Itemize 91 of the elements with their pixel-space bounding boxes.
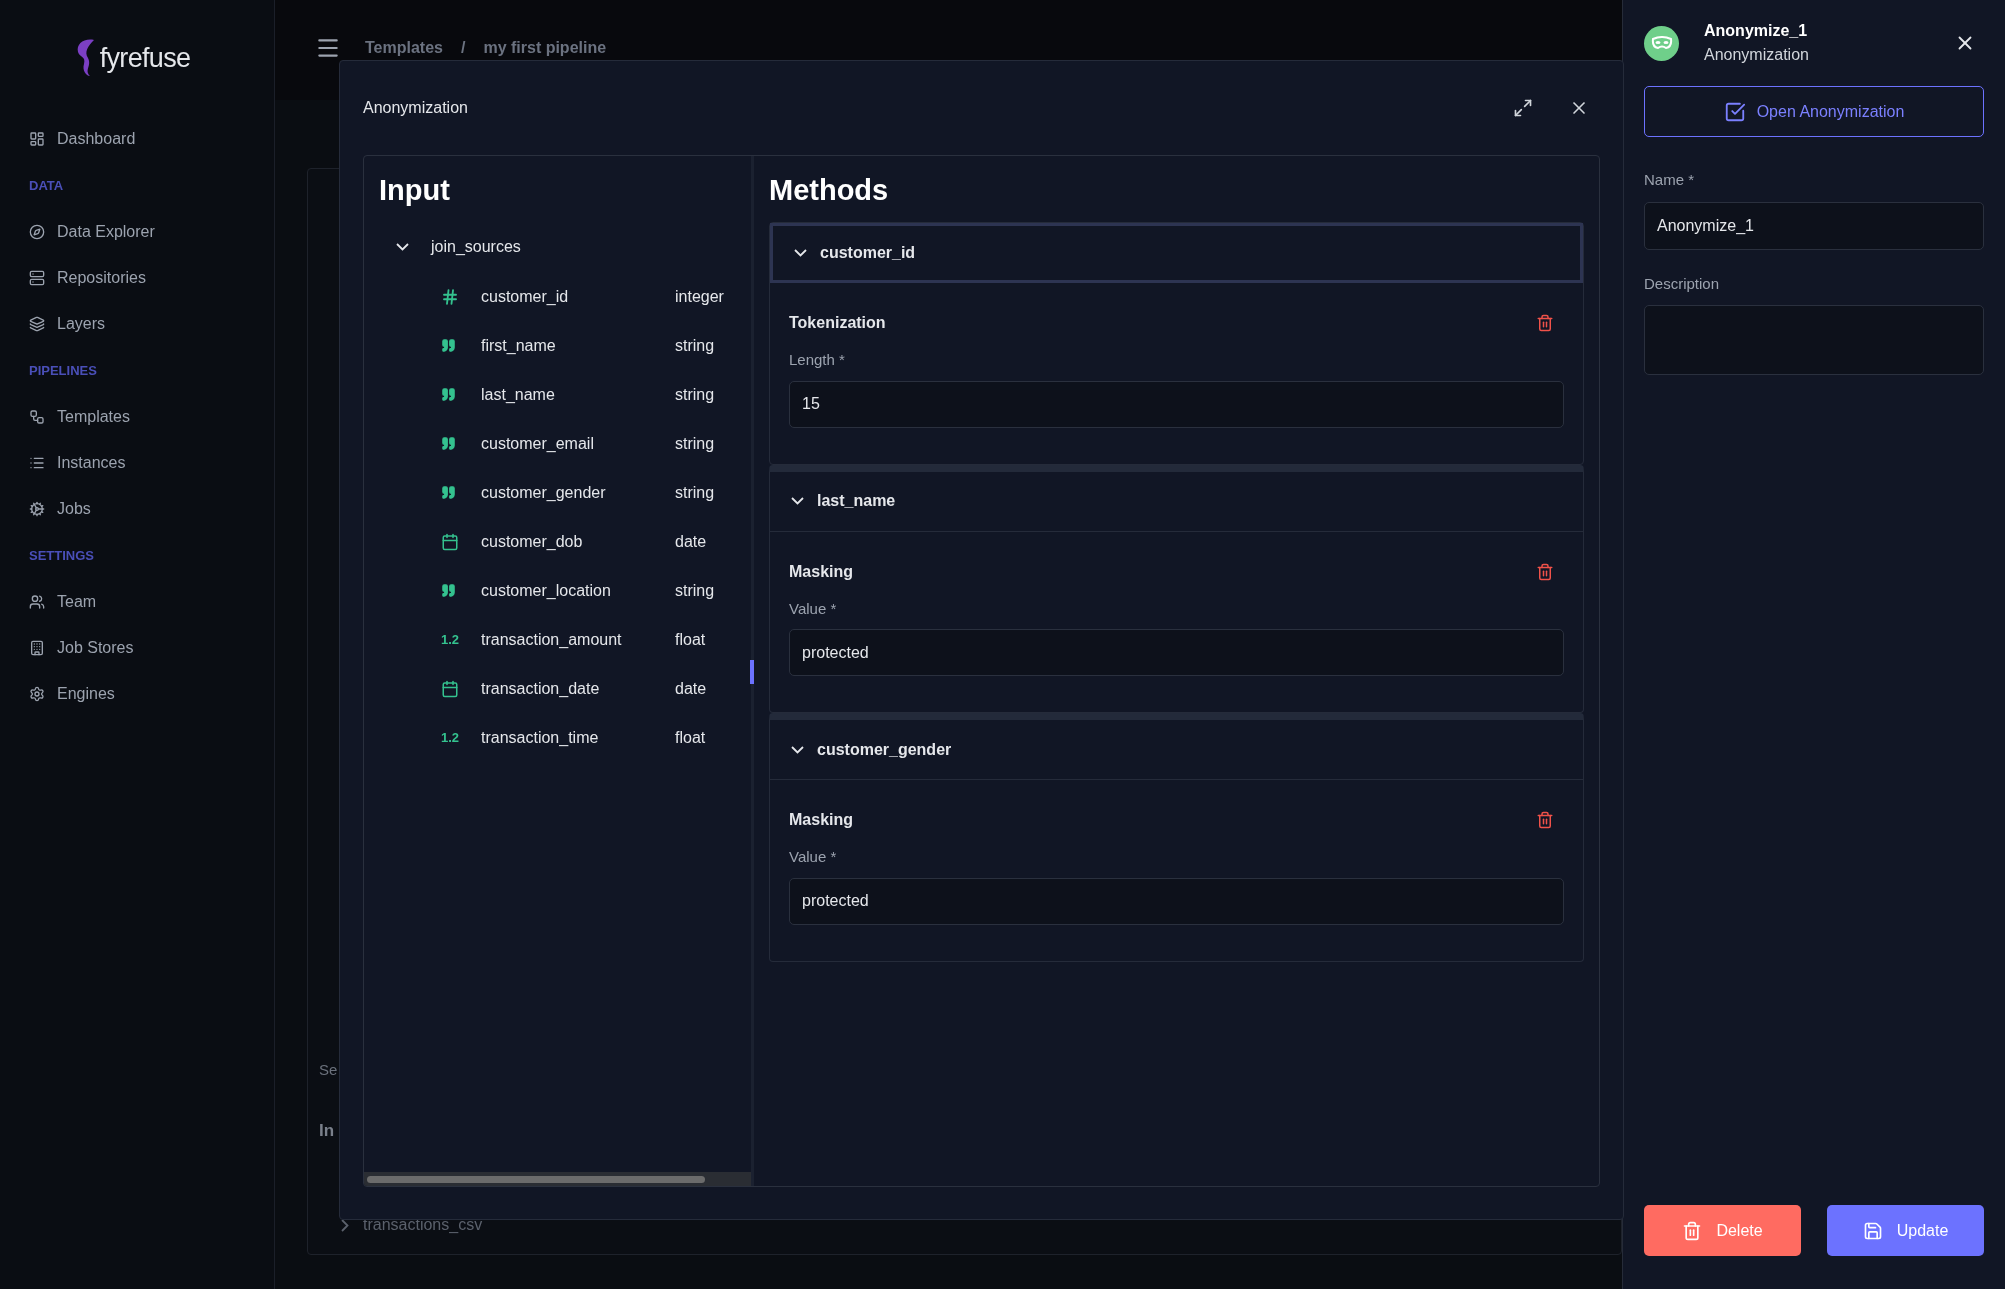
column-name: transaction_amount <box>481 629 623 650</box>
checklist-icon <box>1723 100 1746 123</box>
flow-icon <box>29 409 45 425</box>
background-label: Se <box>319 1060 338 1080</box>
panel-title: Anonymize_1 <box>1704 21 1809 41</box>
quote-icon <box>441 583 456 598</box>
nav-item[interactable]: Data Explorer <box>29 209 245 255</box>
column-name: customer_id <box>481 286 570 307</box>
column-type: float <box>675 629 706 650</box>
nav-item[interactable]: Instances <box>29 440 245 486</box>
accordion-header[interactable]: customer_id <box>770 223 1583 283</box>
column-name: transaction_date <box>481 678 601 699</box>
decimal-glyph: 1.2 <box>441 728 460 747</box>
column-type: date <box>675 678 707 699</box>
field-label: Name * <box>1644 170 1696 190</box>
nav-item[interactable]: Repositories <box>29 255 245 301</box>
users-icon <box>29 594 45 610</box>
nav-item[interactable]: Job Stores <box>29 625 245 671</box>
background-label: In <box>319 1119 336 1142</box>
method-title: Tokenization <box>789 313 886 333</box>
trash-icon <box>1682 1220 1703 1241</box>
column-name: transaction_time <box>481 727 600 748</box>
compass-icon <box>29 224 45 240</box>
dashboard-icon <box>29 131 45 147</box>
column-name: last_name <box>481 384 556 405</box>
open-anonymization-button[interactable]: Open Anonymization <box>1644 86 1984 137</box>
section-heading: SETTINGS <box>29 546 95 565</box>
decimal-glyph: 1.2 <box>441 630 460 649</box>
update-button[interactable]: Update <box>1827 1205 1984 1256</box>
method-title: Masking <box>789 810 853 830</box>
field-label: Value * <box>789 847 838 867</box>
input-field[interactable]: 15 <box>789 380 1564 428</box>
quote-icon <box>441 338 456 353</box>
panel-subtitle: Anonymization <box>1704 45 1810 65</box>
calendar-icon <box>441 532 459 551</box>
methods-heading: Methods <box>769 173 890 208</box>
column-type: integer <box>675 286 724 307</box>
column-name: first_name <box>481 335 557 356</box>
nav-item[interactable]: Layers <box>29 301 245 347</box>
input-heading: Input <box>378 173 451 208</box>
column-type: string <box>675 580 715 601</box>
column-type: string <box>675 482 715 503</box>
save-icon <box>1862 1220 1883 1241</box>
column-name: customer_location <box>481 580 612 601</box>
nav-item[interactable]: Templates <box>29 394 245 440</box>
column-type: float <box>675 727 706 748</box>
column-type: string <box>675 433 715 454</box>
source-tree-item[interactable]: join_sources <box>364 222 751 272</box>
nav-item[interactable]: Jobs <box>29 486 245 532</box>
input-field[interactable]: protected <box>789 877 1564 925</box>
field-label: Length * <box>789 350 846 370</box>
column-type: string <box>675 384 715 405</box>
nav-item[interactable]: Team <box>29 579 245 625</box>
section-heading: DATA <box>29 176 65 195</box>
hash-icon <box>441 287 459 306</box>
name-input-field[interactable]: Anonymize_1 <box>1644 201 1984 250</box>
delete-icon-button[interactable] <box>1536 562 1554 581</box>
delete-icon-button[interactable] <box>1536 314 1554 332</box>
vertical-scrollbar-thumb <box>750 660 754 684</box>
section-heading: PIPELINES <box>29 361 98 380</box>
quote-icon <box>441 387 456 402</box>
layers-icon <box>29 316 45 332</box>
building-icon <box>29 640 45 656</box>
column-name: customer_dob <box>481 531 584 552</box>
modal-title: Anonymization <box>363 98 469 118</box>
breadcrumb-link[interactable]: Templates <box>365 35 443 60</box>
column-type: string <box>675 335 715 356</box>
mask-icon <box>1650 36 1673 50</box>
column-type: date <box>675 531 707 552</box>
input-field[interactable]: protected <box>789 629 1564 676</box>
quote-icon <box>441 485 456 500</box>
accordion-header[interactable]: customer_gender <box>770 720 1583 780</box>
column-name: customer_gender <box>481 482 607 503</box>
nav-item[interactable]: Engines <box>29 671 245 717</box>
chevron-right-icon <box>341 1218 349 1232</box>
server-icon <box>29 270 45 286</box>
accordion-header[interactable]: last_name <box>770 471 1583 532</box>
calendar-icon <box>441 679 459 698</box>
expand-icon <box>1513 98 1533 118</box>
field-label: Description <box>1644 273 1721 294</box>
quote-icon <box>441 436 456 451</box>
method-title: Masking <box>789 561 853 582</box>
field-label: Value * <box>789 598 838 619</box>
column-name: customer_email <box>481 433 595 454</box>
nav-item[interactable]: Dashboard <box>29 116 245 162</box>
delete-icon-button[interactable] <box>1536 811 1554 829</box>
brand-name: fyrefuse <box>99 41 191 75</box>
list-icon <box>29 455 45 471</box>
gear-icon <box>29 686 45 702</box>
breadcrumb-separator: / <box>460 37 466 58</box>
breadcrumb-link[interactable]: my first pipeline <box>483 35 607 60</box>
